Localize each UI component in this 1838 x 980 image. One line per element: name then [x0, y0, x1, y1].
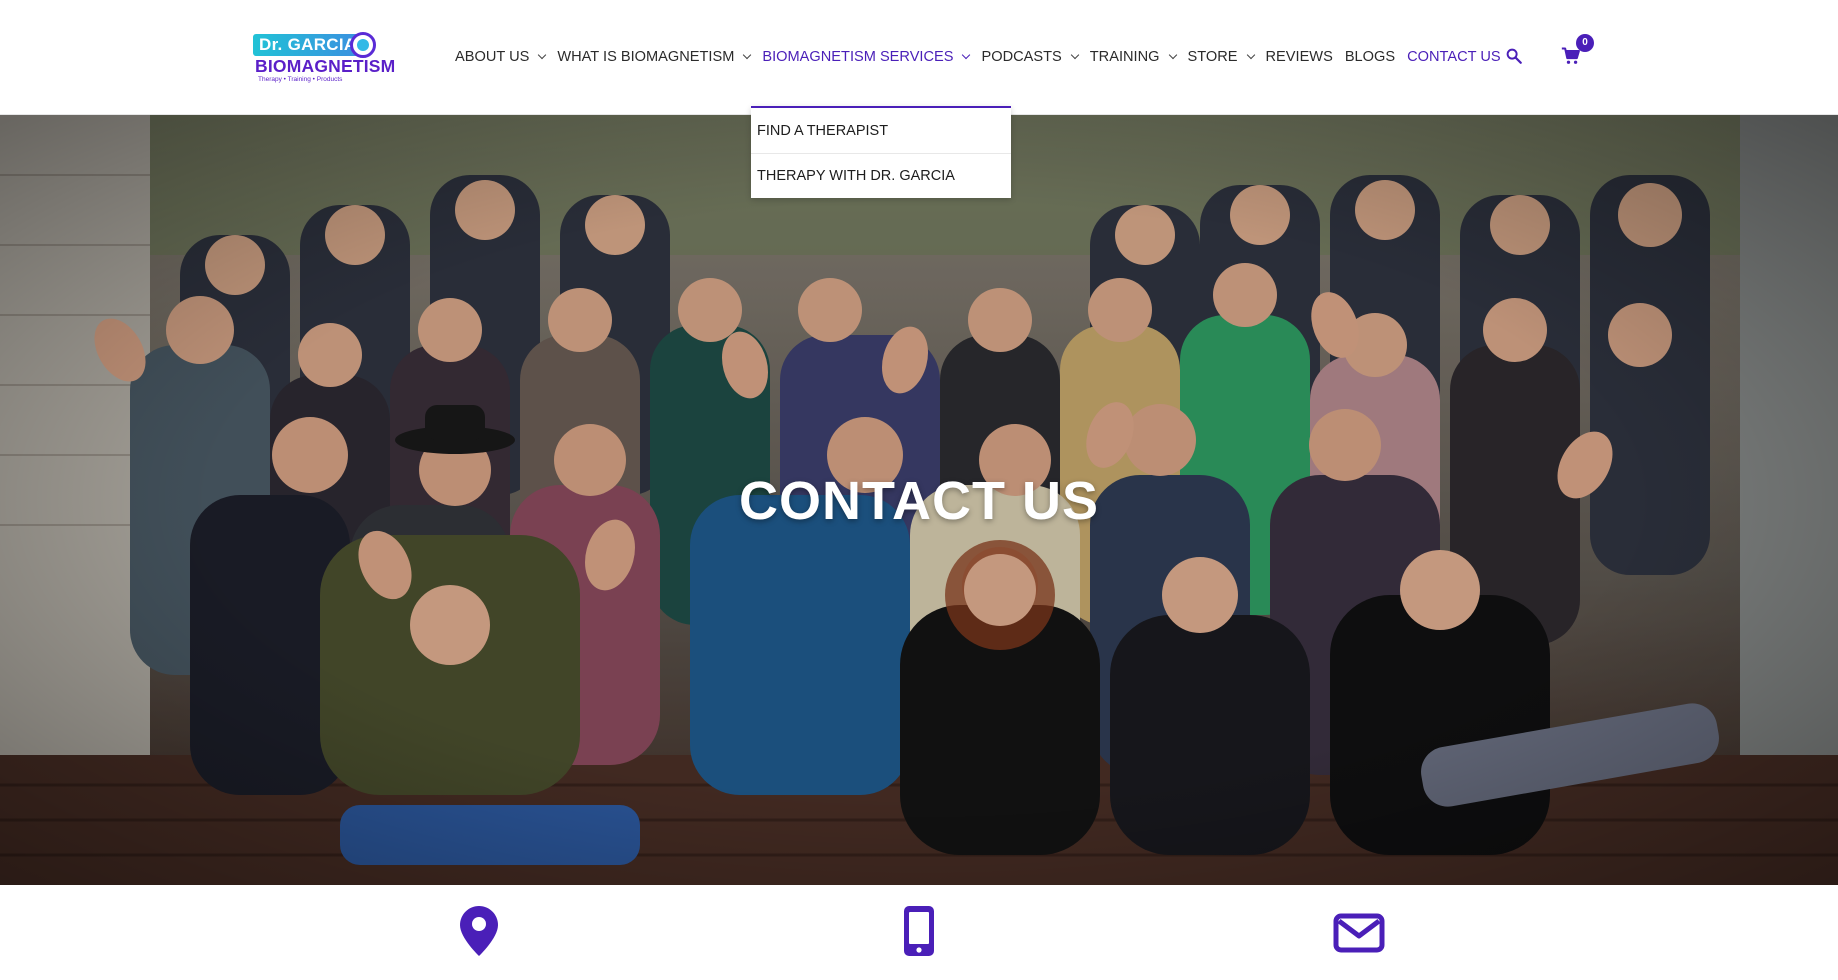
nav-podcasts[interactable]: PODCASTS — [981, 49, 1080, 65]
nav-training-label: TRAINING — [1089, 49, 1160, 65]
nav-blogs-label: BLOGS — [1344, 49, 1396, 65]
main-nav: ABOUT US WHAT IS BIOMAGNETISM BIOMAGNETI… — [455, 47, 1513, 67]
site-logo[interactable]: Dr. GARCIA BIOMAGNETISM Therapy • Traini… — [253, 32, 395, 84]
search-icon[interactable] — [1505, 47, 1523, 65]
logo-line-2: BIOMAGNETISM — [255, 56, 396, 76]
envelope-icon[interactable] — [1333, 913, 1385, 953]
nav-about-us[interactable]: ABOUT US — [455, 49, 547, 65]
site-header: Dr. GARCIA BIOMAGNETISM Therapy • Traini… — [0, 0, 1838, 115]
chevron-down-icon — [1246, 50, 1255, 60]
chevron-down-icon — [1070, 50, 1080, 60]
nav-store-label: STORE — [1187, 49, 1238, 65]
dropdown-item-find-therapist[interactable]: FIND A THERAPIST — [751, 108, 1011, 153]
nav-podcasts-label: PODCASTS — [981, 49, 1062, 65]
services-dropdown-menu: FIND A THERAPIST THERAPY WITH DR. GARCIA — [751, 106, 1011, 198]
nav-training[interactable]: TRAINING — [1089, 49, 1177, 65]
logo-ring-icon — [350, 32, 376, 58]
map-pin-icon[interactable] — [459, 905, 499, 957]
nav-biomagnetism-services[interactable]: BIOMAGNETISM SERVICES — [762, 49, 971, 65]
nav-reviews-label: REVIEWS — [1265, 49, 1333, 65]
nav-contact-label: CONTACT US — [1407, 49, 1501, 65]
chevron-down-icon — [962, 50, 971, 60]
nav-what-label: WHAT IS BIOMAGNETISM — [557, 49, 735, 65]
logo-tagline: Therapy • Training • Products — [258, 76, 343, 83]
mobile-phone-icon[interactable] — [902, 905, 936, 957]
logo-line-1: Dr. GARCIA — [253, 34, 363, 56]
page-title: CONTACT US — [739, 471, 1099, 531]
nav-about-us-label: ABOUT US — [455, 49, 530, 65]
nav-store[interactable]: STORE — [1187, 49, 1255, 65]
contact-icons-row — [0, 885, 1838, 980]
chevron-down-icon — [743, 50, 752, 60]
nav-reviews[interactable]: REVIEWS — [1266, 49, 1333, 65]
cart-count-badge: 0 — [1576, 34, 1594, 52]
nav-what-is-biomagnetism[interactable]: WHAT IS BIOMAGNETISM — [557, 49, 752, 65]
nav-contact-us[interactable]: CONTACT US — [1407, 49, 1501, 65]
nav-blogs[interactable]: BLOGS — [1345, 49, 1395, 65]
hero-banner: CONTACT US — [0, 115, 1838, 885]
chevron-down-icon — [538, 50, 547, 60]
dropdown-item-therapy-with-dr-garcia[interactable]: THERAPY WITH DR. GARCIA — [751, 153, 1011, 198]
chevron-down-icon — [1168, 50, 1177, 60]
nav-services-label: BIOMAGNETISM SERVICES — [762, 49, 954, 65]
